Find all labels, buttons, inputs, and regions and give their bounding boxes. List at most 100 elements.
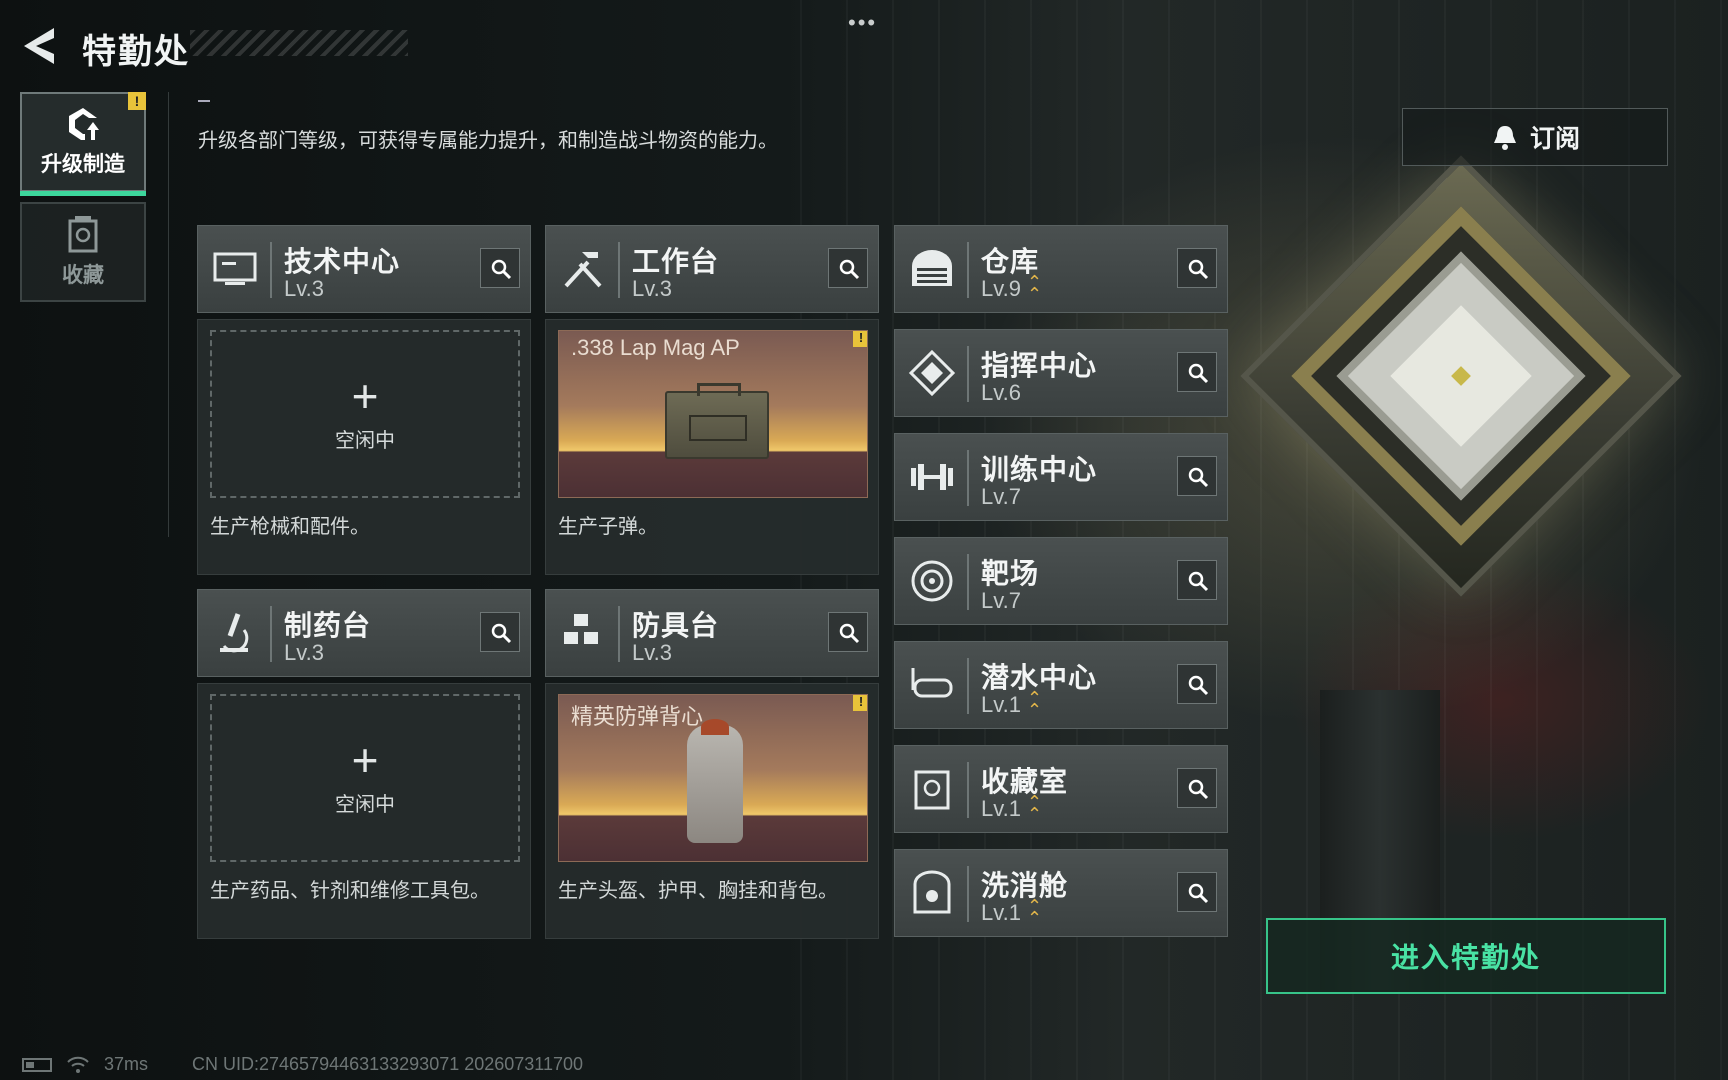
idle-slot[interactable]: + 空闲中 xyxy=(210,694,520,862)
microscope-icon xyxy=(220,613,249,653)
dept-name: 靶场 xyxy=(981,558,1040,589)
dept-level: Lv.3 xyxy=(284,276,324,301)
slot-description: 生产枪械和配件。 xyxy=(210,516,370,538)
ammo-box-image xyxy=(665,383,769,459)
search-button[interactable] xyxy=(828,612,868,652)
production-slot-workbench[interactable]: .338 Lap Mag AP ! 生产子弹。 xyxy=(545,319,879,575)
tab-collection[interactable]: 收藏 xyxy=(20,202,146,302)
dept-training-center[interactable]: 训练中心 Lv.7 xyxy=(894,433,1228,521)
dept-decontamination[interactable]: 洗消舱 Lv.1 ⌃ ⌃ xyxy=(894,849,1228,937)
dept-level: Lv.1 ⌃ ⌃ xyxy=(981,688,1043,720)
search-icon xyxy=(491,623,512,644)
dept-command-center[interactable]: 指挥中心 Lv.6 xyxy=(894,329,1228,417)
dept-shooting-range[interactable]: 靶场 Lv.7 xyxy=(894,537,1228,625)
plus-icon: + xyxy=(351,369,379,422)
uid-text: CN UID:2746579446313329307​1 20260731170… xyxy=(192,1054,584,1074)
diving-mask-icon xyxy=(911,668,953,698)
upgrade-icon xyxy=(69,108,99,140)
search-button[interactable] xyxy=(1177,248,1217,288)
collection-room-icon xyxy=(914,770,950,810)
more-menu-icon[interactable]: ••• xyxy=(848,10,877,36)
tab-label: 收藏 xyxy=(62,264,104,287)
tab-upgrade-manufacture[interactable]: 升级制造 ! xyxy=(20,92,146,196)
dept-workbench[interactable]: 工作台 Lv.3 xyxy=(545,225,879,313)
level-up-icon: ⌃ ⌃ xyxy=(1026,896,1043,928)
production-item-card[interactable]: .338 Lap Mag AP ! xyxy=(558,330,868,498)
dept-level: Lv.6 xyxy=(981,380,1021,405)
dept-name: 工作台 xyxy=(632,246,720,277)
item-name: 精英防弹背心 xyxy=(571,704,704,729)
divider xyxy=(168,92,169,537)
dept-level: Lv.9 ⌃ ⌃ xyxy=(981,272,1043,304)
search-icon xyxy=(1188,675,1209,696)
notification-badge: ! xyxy=(853,695,867,711)
dept-level: Lv.1 ⌃ ⌃ xyxy=(981,792,1043,824)
production-slot-tech[interactable]: + 空闲中 生产枪械和配件。 xyxy=(197,319,531,575)
level-up-icon: ⌃ ⌃ xyxy=(1026,272,1043,304)
search-button[interactable] xyxy=(1177,560,1217,600)
active-tab-indicator xyxy=(20,191,146,196)
search-icon xyxy=(839,259,860,280)
battery-icon xyxy=(22,1057,52,1072)
dept-name: 洗消舱 xyxy=(981,870,1069,901)
search-icon xyxy=(839,623,860,644)
slot-description: 生产药品、针剂和维修工具包。 xyxy=(210,880,490,902)
page-description: 升级各部门等级，可获得专属能力提升，和制造战斗物资的能力。 xyxy=(198,130,778,152)
search-icon xyxy=(1188,883,1209,904)
collection-icon xyxy=(68,216,98,253)
dept-level: Lv.1 ⌃ ⌃ xyxy=(981,896,1043,928)
search-icon xyxy=(1188,467,1209,488)
target-icon xyxy=(911,560,953,602)
dept-level: Lv.3 xyxy=(284,640,324,665)
search-icon xyxy=(1188,571,1209,592)
search-button[interactable] xyxy=(1177,352,1217,392)
dept-collection-room[interactable]: 收藏室 Lv.1 ⌃ ⌃ xyxy=(894,745,1228,833)
notification-badge: ! xyxy=(853,331,867,347)
dept-warehouse[interactable]: 仓库 Lv.9 ⌃ ⌃ xyxy=(894,225,1228,313)
slot-description: 生产头盔、护甲、胸挂和背包。 xyxy=(558,880,838,902)
subscribe-label: 订阅 xyxy=(1529,125,1580,153)
dept-diving-center[interactable]: 潜水中心 Lv.1 ⌃ ⌃ xyxy=(894,641,1228,729)
search-button[interactable] xyxy=(1177,872,1217,912)
dept-name: 指挥中心 xyxy=(981,350,1098,381)
notification-badge: ! xyxy=(128,92,146,110)
search-icon xyxy=(491,259,512,280)
production-slot-pharmacy[interactable]: + 空闲中 生产药品、针剂和维修工具包。 xyxy=(197,683,531,939)
level-up-icon: ⌃ ⌃ xyxy=(1026,792,1043,824)
facility-cube xyxy=(1240,155,1682,597)
tab-label: 升级制造 xyxy=(41,153,125,176)
dept-level: Lv.3 xyxy=(632,276,672,301)
dept-level: Lv.7 xyxy=(981,484,1021,509)
dept-level: Lv.3 xyxy=(632,640,672,665)
dept-armor-bench[interactable]: 防具台 Lv.3 xyxy=(545,589,879,677)
page-title: 特勤处 xyxy=(82,33,190,71)
production-item-card[interactable]: 精英防弹背心 ! xyxy=(558,694,868,862)
title-decoration xyxy=(190,30,408,56)
vest-image xyxy=(687,719,743,843)
dept-name: 制药台 xyxy=(284,610,372,641)
warehouse-icon xyxy=(912,250,952,286)
item-name: .338 Lap Mag AP xyxy=(571,335,740,360)
dept-pharmacy[interactable]: 制药台 Lv.3 xyxy=(197,589,531,677)
dept-name: 防具台 xyxy=(632,610,720,641)
search-icon xyxy=(1188,779,1209,800)
computer-icon xyxy=(213,252,257,285)
idle-slot[interactable]: + 空闲中 xyxy=(210,330,520,498)
ping-value: 37ms xyxy=(104,1054,149,1074)
enter-special-ops-button[interactable]: 进入特勤处 xyxy=(1266,918,1666,994)
search-button[interactable] xyxy=(480,612,520,652)
production-slot-armor[interactable]: 精英防弹背心 ! 生产头盔、护甲、胸挂和背包。 xyxy=(545,683,879,939)
dept-level: Lv.7 xyxy=(981,588,1021,613)
command-icon xyxy=(908,349,956,397)
idle-status: 空闲中 xyxy=(335,429,395,452)
search-button[interactable] xyxy=(480,248,520,288)
subscribe-button[interactable]: 订阅 xyxy=(1402,108,1668,166)
search-button[interactable] xyxy=(1177,768,1217,808)
enter-button-label: 进入特勤处 xyxy=(1390,942,1541,973)
tools-icon xyxy=(564,252,602,288)
search-button[interactable] xyxy=(1177,456,1217,496)
search-button[interactable] xyxy=(1177,664,1217,704)
search-button[interactable] xyxy=(828,248,868,288)
dept-tech-center[interactable]: 技术中心 Lv.3 xyxy=(197,225,531,313)
back-arrow-icon[interactable] xyxy=(22,26,58,66)
